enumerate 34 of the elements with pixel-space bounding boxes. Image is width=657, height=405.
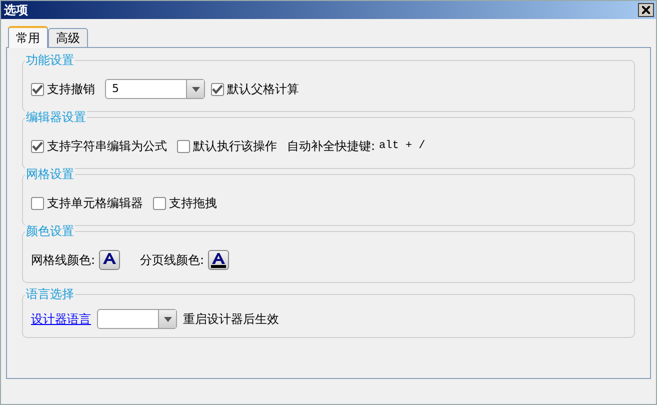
shortcut-text: alt + / — [379, 138, 426, 154]
group-title: 颜色设置 — [25, 223, 75, 239]
group-title: 网格设置 — [25, 166, 75, 182]
link[interactable]: 设计器语言 — [31, 310, 91, 328]
dropdown[interactable]: 5 — [105, 79, 205, 99]
checkbox[interactable] — [31, 140, 44, 152]
close-icon — [642, 6, 650, 14]
group-title: 语言选择 — [25, 286, 75, 302]
check-icon — [32, 141, 43, 151]
dropdown[interactable] — [97, 309, 177, 329]
check-icon — [32, 84, 43, 94]
checkbox[interactable] — [31, 196, 44, 210]
checkbox-label: 支持撤销 — [47, 81, 95, 98]
close-button[interactable] — [638, 3, 654, 17]
label: 自动补全快捷键: — [287, 138, 376, 155]
label: 网格线颜色: — [31, 252, 96, 269]
checkbox-label: 默认父格计算 — [227, 81, 299, 98]
checkbox[interactable] — [153, 196, 166, 210]
dropdown-value: 5 — [111, 80, 120, 97]
checkbox-label: 默认执行该操作 — [193, 138, 277, 155]
label: 分页线颜色: — [140, 252, 204, 269]
checkbox-label: 支持字符串编辑为公式 — [47, 138, 167, 155]
window-title: 选项 — [4, 2, 28, 19]
group-title: 编辑器设置 — [25, 109, 87, 125]
checkbox-label: 支持单元格编辑器 — [47, 195, 143, 212]
checkbox[interactable] — [177, 140, 190, 152]
checkbox[interactable] — [211, 82, 224, 96]
checkbox-label: 支持拖拽 — [169, 195, 217, 212]
tab[interactable]: 常用 — [8, 26, 48, 48]
label: 重启设计器后生效 — [183, 311, 279, 328]
checkbox[interactable] — [31, 82, 44, 96]
check-icon — [212, 84, 223, 94]
tab[interactable]: 高级 — [48, 28, 88, 47]
group-title: 功能设置 — [25, 52, 75, 68]
